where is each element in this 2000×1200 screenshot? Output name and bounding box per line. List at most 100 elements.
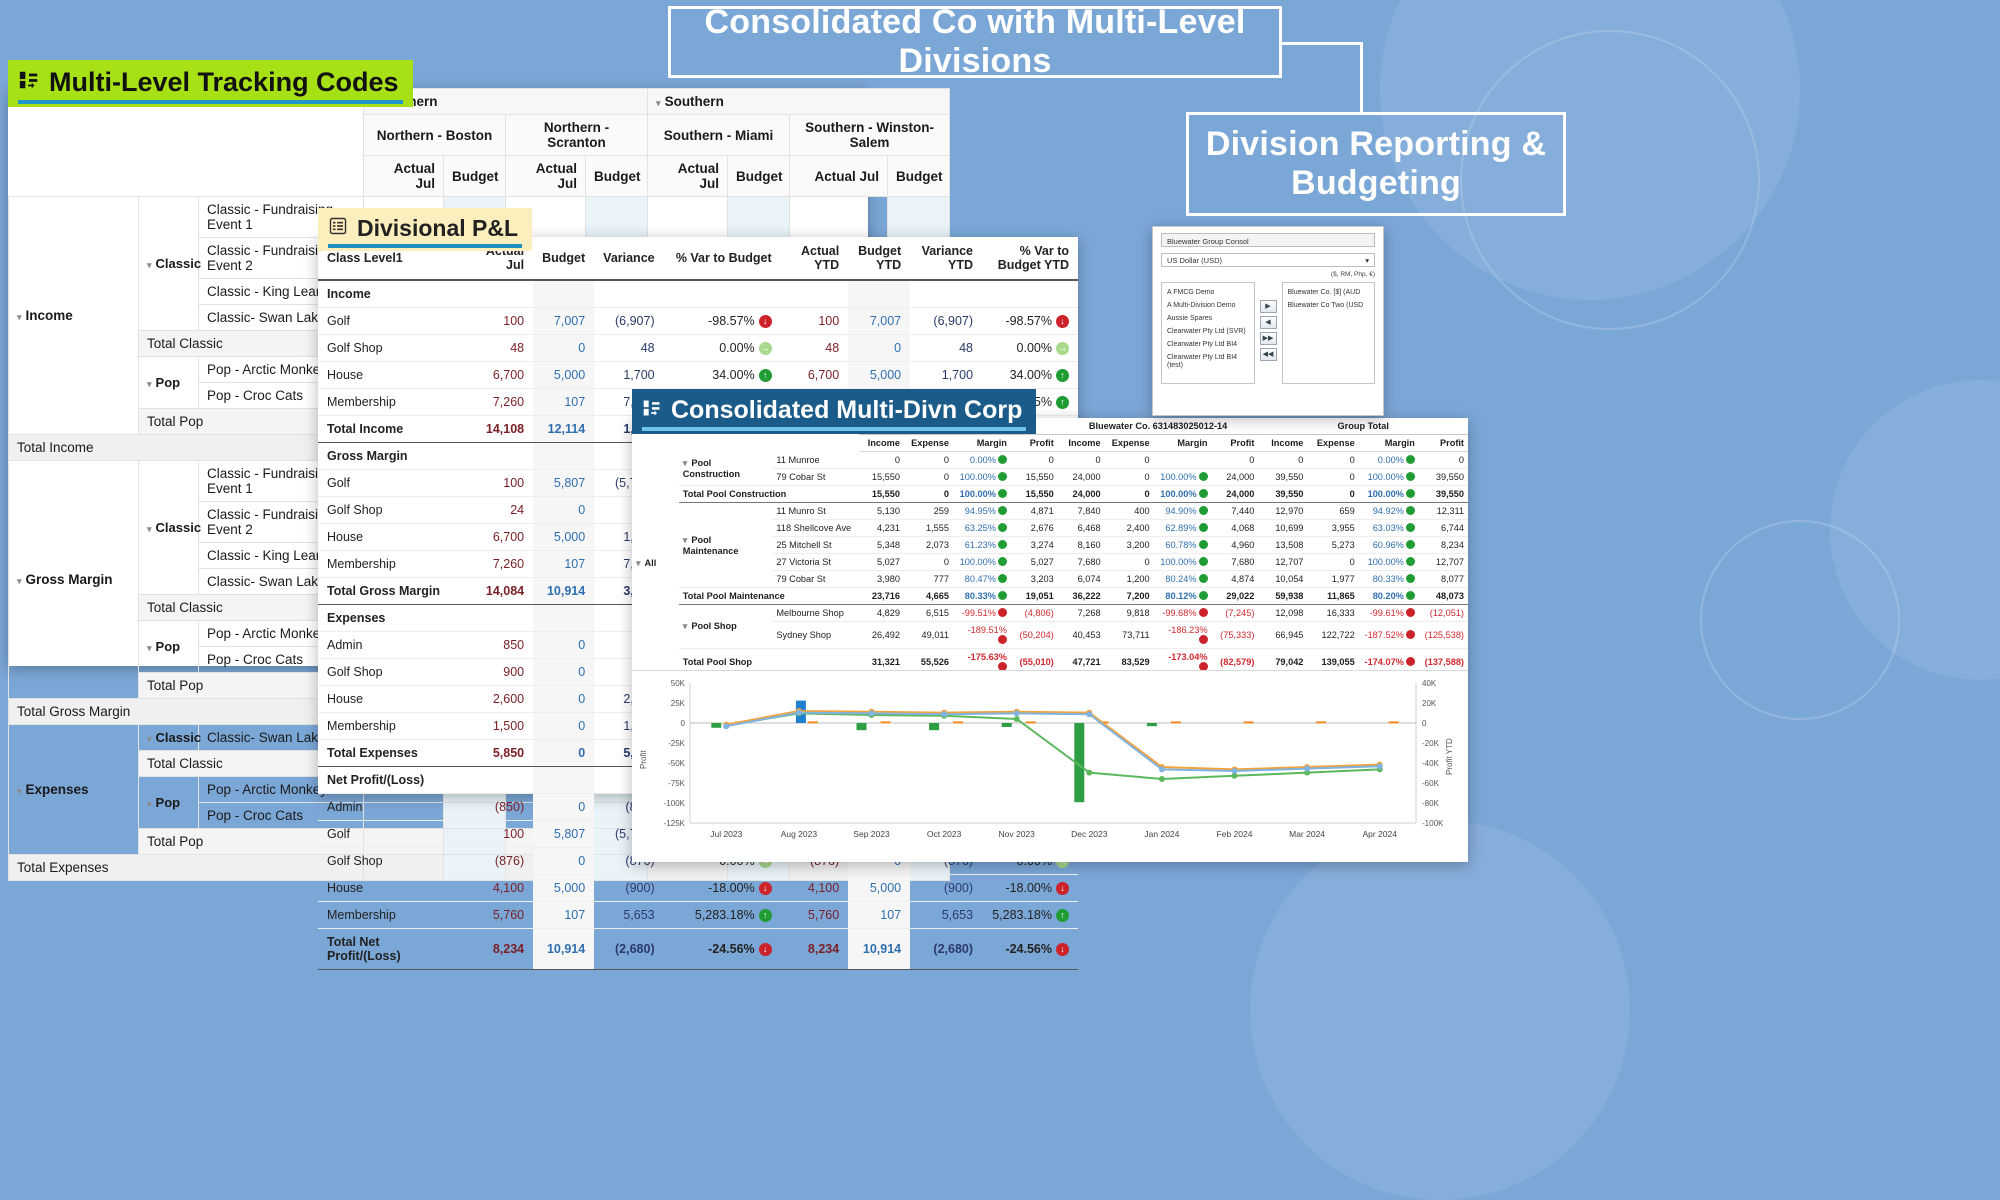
cons-cell: 39,550 — [1258, 469, 1307, 486]
cons-cell: 4,871 — [1011, 503, 1058, 520]
selected-orgs-list[interactable]: Bluewater Co. [$] (AUDBluewater Co Two (… — [1282, 282, 1376, 384]
transfer-button-0[interactable]: ▶ — [1260, 300, 1277, 313]
cons-cell: 12,707 — [1419, 554, 1468, 571]
cons-level2-cell[interactable]: ▾Pool Shop — [679, 605, 773, 649]
transfer-button-2[interactable]: ▶▶ — [1260, 332, 1277, 345]
cons-cell: 94.95% — [953, 503, 1011, 520]
tracking-level2-cell[interactable]: ▾Pop — [139, 621, 199, 673]
trend-indicator-icon — [1199, 608, 1208, 617]
list-item[interactable]: Bluewater Co. [$] (AUD — [1287, 286, 1371, 299]
svg-text:-25K: -25K — [668, 739, 686, 748]
pnl-cell: Income — [318, 280, 466, 308]
cons-level2-cell[interactable]: ▾Pool Construction — [679, 452, 773, 486]
pnl-cell: Membership — [318, 713, 466, 740]
list-item[interactable]: Clearwater Pty Ltd BI4 — [1166, 338, 1250, 351]
transfer-button-3[interactable]: ◀◀ — [1260, 348, 1277, 361]
pnl-cell: 0 — [533, 632, 594, 659]
table-row: ▾Pool Maintenance11 Munro St5,13025994.9… — [632, 503, 1468, 520]
cons-cell: 7,268 — [1058, 605, 1105, 622]
table-row: Total Pool Maintenance23,7164,66580.33%1… — [632, 588, 1468, 605]
list-item[interactable]: Clearwater Pty Ltd BI4 (test) — [1166, 351, 1250, 372]
trend-indicator-icon — [998, 591, 1007, 600]
svg-text:Profit: Profit — [639, 750, 648, 769]
cons-cell: 100.00% — [953, 486, 1011, 503]
tracking-level2-cell[interactable]: ▾Pop — [139, 777, 199, 829]
cons-level2-cell[interactable]: ▾Pool Maintenance — [679, 503, 773, 588]
cons-level3-cell: 27 Victoria St — [772, 554, 859, 571]
list-item[interactable]: A FMCG Demo — [1166, 286, 1250, 299]
tracking-level2-cell[interactable]: ▾Pop — [139, 357, 199, 409]
org-name-field[interactable]: Bluewater Group Consol — [1161, 233, 1375, 247]
cons-cell: 4,829 — [859, 605, 904, 622]
trend-indicator-icon — [998, 455, 1007, 464]
currency-select[interactable]: US Dollar (USD) ▾ — [1161, 253, 1375, 267]
table-row: Membership5,7601075,6535,283.18%↑5,76010… — [318, 902, 1078, 929]
cons-cell: 4,874 — [1212, 571, 1259, 588]
tracking-level2-cell[interactable]: ▾Classic — [139, 725, 199, 751]
trend-indicator-icon — [1406, 630, 1415, 639]
pnl-cell: 14,084 — [466, 578, 534, 605]
cons-cell: 4,231 — [859, 520, 904, 537]
trend-indicator-icon: ↑ — [1056, 909, 1069, 922]
available-orgs-list[interactable]: A FMCG DemoA Multi-Division DemoAussie S… — [1161, 282, 1255, 384]
trend-indicator-icon — [998, 608, 1007, 617]
cons-cell: 40,453 — [1058, 622, 1105, 649]
cons-subtotal-label: Total Pool Maintenance — [679, 588, 860, 605]
pnl-cell: 48 — [781, 335, 849, 362]
pnl-cell: 4,100 — [466, 875, 534, 902]
pnl-cell: 0 — [533, 848, 594, 875]
pnl-cell: 5,000 — [848, 875, 910, 902]
trend-indicator-icon: ↓ — [759, 882, 772, 895]
tracking-level2-cell[interactable]: ▾Classic — [139, 461, 199, 595]
tracking-level2-cell[interactable]: ▾Classic — [139, 197, 199, 331]
cons-cell: 66,945 — [1258, 622, 1307, 649]
list-item[interactable]: Clearwater Pty Ltd (SVR) — [1166, 325, 1250, 338]
list-item[interactable]: Bluewater Co Two (USD — [1287, 299, 1371, 312]
svg-text:-50K: -50K — [668, 759, 686, 768]
cons-cell: 0 — [1307, 486, 1358, 503]
cons-cell: 39,550 — [1419, 469, 1468, 486]
tracking-level1-cell[interactable]: ▾Gross Margin — [9, 461, 139, 699]
cons-measure-9: Expense — [1307, 435, 1358, 452]
pnl-cell: (900) — [594, 875, 663, 902]
cons-cell: 0 — [1307, 469, 1358, 486]
cons-cell: 0 — [1058, 452, 1105, 469]
pnl-col-3: Variance — [594, 237, 663, 280]
svg-text:Mar 2024: Mar 2024 — [1289, 829, 1325, 839]
cons-cell: 1,977 — [1307, 571, 1358, 588]
tracking-sub-boston: Northern - Boston — [364, 115, 506, 156]
pnl-cell: Membership — [318, 389, 466, 416]
pnl-cell: 6,700 — [466, 524, 534, 551]
svg-text:0: 0 — [1422, 719, 1427, 728]
pnl-cell: Gross Margin — [318, 443, 466, 470]
currency-value: US Dollar (USD) — [1167, 256, 1222, 265]
cons-measure-6: Margin — [1154, 435, 1212, 452]
list-item[interactable]: Aussie Spares — [1166, 312, 1250, 325]
trend-indicator-icon: ↑ — [759, 909, 772, 922]
pnl-cell — [982, 280, 1078, 308]
svg-text:20K: 20K — [1422, 699, 1437, 708]
cons-cell: 15,550 — [1011, 469, 1058, 486]
list-item[interactable]: A Multi-Division Demo — [1166, 299, 1250, 312]
pnl-cell: 4,100 — [781, 875, 849, 902]
table-row: Total Pool Construction15,5500100.00%15,… — [632, 486, 1468, 503]
cons-cell: 5,348 — [859, 537, 904, 554]
cons-cell: -173.04% — [1154, 649, 1212, 671]
cons-cell: 8,160 — [1058, 537, 1105, 554]
tracking-group-southern[interactable]: ▾Southern — [648, 89, 950, 115]
pnl-cell: 5,760 — [781, 902, 849, 929]
trend-indicator-icon: → — [759, 342, 772, 355]
tracking-level1-cell[interactable]: ▾Expenses — [9, 725, 139, 855]
pnl-title-text: Divisional P&L — [357, 215, 518, 242]
trend-indicator-icon: ↑ — [1056, 369, 1069, 382]
trend-indicator-icon — [998, 662, 1007, 670]
cons-cell: 39,550 — [1419, 486, 1468, 503]
tracking-level1-cell[interactable]: ▾Income — [9, 197, 139, 435]
cons-measure-2: Margin — [953, 435, 1011, 452]
cons-cell: 13,508 — [1258, 537, 1307, 554]
pnl-cell: 100 — [466, 821, 534, 848]
tracking-measure-2: Actual Jul — [506, 156, 586, 197]
svg-text:50K: 50K — [671, 679, 686, 688]
cons-level1-cell[interactable]: ▾All — [632, 452, 679, 671]
transfer-button-1[interactable]: ◀ — [1260, 316, 1277, 329]
